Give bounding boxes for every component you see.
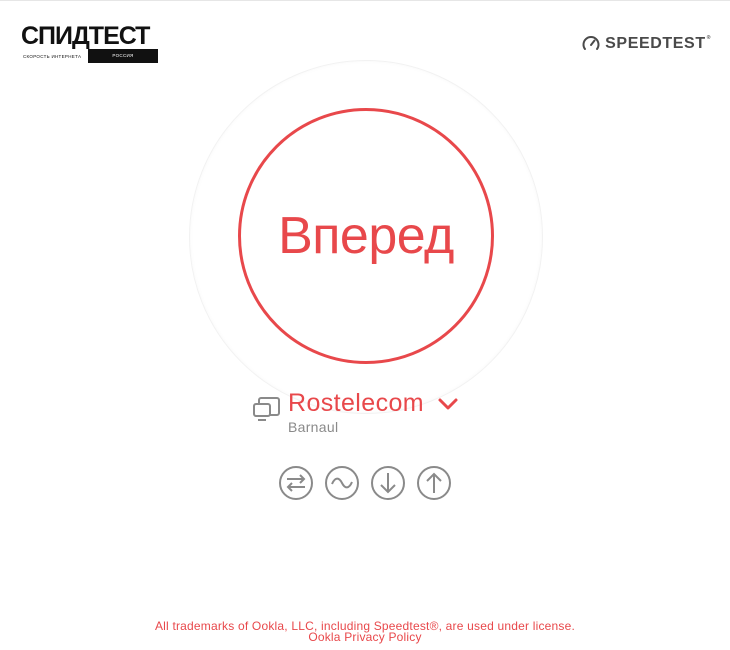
logo-country-badge: РОССИЯ [88,49,158,63]
footer: All trademarks of Ookla, LLC, including … [0,620,730,644]
change-server-button[interactable]: Rostelecom [288,389,460,418]
site-logo[interactable]: СПИДТЕСТ СКОРОСТЬ ИНТЕРНЕТА РОССИЯ [21,23,159,63]
connection-icon [253,397,280,421]
brand-name: SPEEDTEST® [605,35,711,52]
upload-icon [417,466,451,500]
download-icon [371,466,405,500]
brand-trademark: ® [706,35,711,41]
jitter-icon [325,466,359,500]
metrics-row [278,465,452,501]
server-selector: Rostelecom Barnaul [252,389,460,435]
page: СПИДТЕСТ СКОРОСТЬ ИНТЕРНЕТА РОССИЯ SPEED… [0,0,730,650]
go-button-label: Вперед [278,207,454,265]
server-name: Rostelecom [288,389,424,417]
speedtest-brand[interactable]: SPEEDTEST® [581,34,711,54]
server-info: Rostelecom Barnaul [288,389,460,435]
ping-icon [279,466,313,500]
server-city: Barnaul [288,419,339,435]
go-button[interactable]: Вперед [238,108,494,364]
chevron-down-icon[interactable] [436,392,460,416]
logo-subtitle: СКОРОСТЬ ИНТЕРНЕТА [23,54,82,59]
logo-title: СПИДТЕСТ [21,22,150,50]
privacy-policy-link[interactable]: Ookla Privacy Policy [308,630,421,644]
speedometer-icon [582,36,600,50]
